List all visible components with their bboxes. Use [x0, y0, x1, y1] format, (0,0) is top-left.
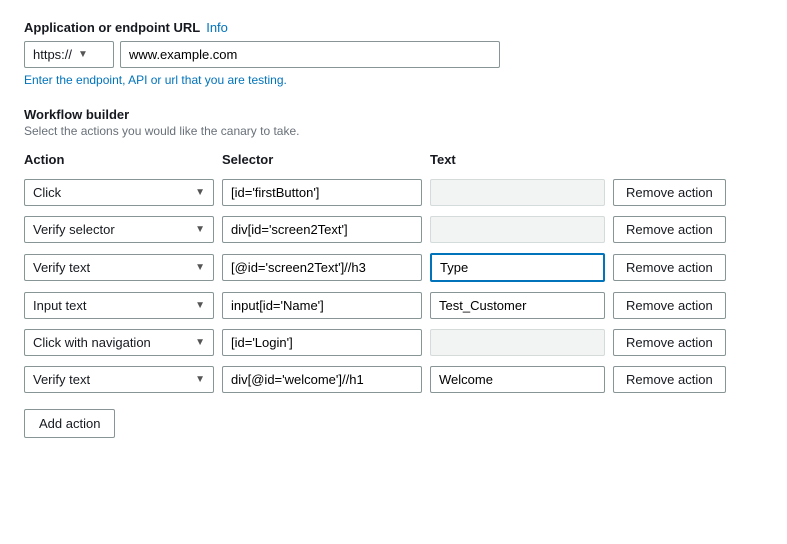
remove-col-0: Remove action — [613, 179, 763, 206]
remove-action-button-1[interactable]: Remove action — [613, 216, 726, 243]
text-input-2[interactable] — [430, 253, 605, 282]
action-select-2[interactable]: Verify text ▼ — [24, 254, 214, 281]
table-row: Verify text ▼ Remove action — [24, 366, 763, 393]
remove-col-4: Remove action — [613, 329, 763, 356]
protocol-value: https:// — [33, 47, 72, 62]
action-chevron-icon-2: ▼ — [195, 262, 205, 273]
url-section-title: Application or endpoint URL — [24, 20, 200, 35]
text-input-5[interactable] — [430, 366, 605, 393]
action-label-2: Verify text — [33, 260, 90, 275]
action-select-3[interactable]: Input text ▼ — [24, 292, 214, 319]
protocol-select[interactable]: https:// ▼ — [24, 41, 114, 68]
remove-col-1: Remove action — [613, 216, 763, 243]
action-select-0[interactable]: Click ▼ — [24, 179, 214, 206]
remove-col-5: Remove action — [613, 366, 763, 393]
url-row: https:// ▼ — [24, 41, 763, 68]
action-label-3: Input text — [33, 298, 86, 313]
col-header-text: Text — [430, 152, 605, 167]
text-input-1 — [430, 216, 605, 243]
table-row: Verify text ▼ Remove action — [24, 253, 763, 282]
action-chevron-icon-3: ▼ — [195, 300, 205, 311]
table-row: Verify selector ▼ Remove action — [24, 216, 763, 243]
url-hint: Enter the endpoint, API or url that you … — [24, 73, 763, 87]
workflow-subtitle: Select the actions you would like the ca… — [24, 124, 763, 138]
info-link[interactable]: Info — [206, 20, 228, 35]
action-label-1: Verify selector — [33, 222, 115, 237]
remove-action-button-0[interactable]: Remove action — [613, 179, 726, 206]
remove-col-2: Remove action — [613, 254, 763, 281]
table-header: Action Selector Text — [24, 152, 763, 171]
workflow-title: Workflow builder — [24, 107, 763, 122]
action-label-0: Click — [33, 185, 61, 200]
selector-input-3[interactable] — [222, 292, 422, 319]
col-header-selector: Selector — [222, 152, 422, 167]
action-chevron-icon-0: ▼ — [195, 187, 205, 198]
protocol-chevron-icon: ▼ — [78, 49, 88, 60]
url-section: Application or endpoint URL Info https:/… — [24, 20, 763, 87]
remove-action-button-2[interactable]: Remove action — [613, 254, 726, 281]
table-row: Input text ▼ Remove action — [24, 292, 763, 319]
action-label-4: Click with navigation — [33, 335, 151, 350]
add-action-button[interactable]: Add action — [24, 409, 115, 438]
action-chevron-icon-1: ▼ — [195, 224, 205, 235]
remove-col-3: Remove action — [613, 292, 763, 319]
workflow-section: Workflow builder Select the actions you … — [24, 107, 763, 438]
remove-action-button-3[interactable]: Remove action — [613, 292, 726, 319]
action-rows-container: Click ▼ Remove action Verify selector ▼ Remov… — [24, 179, 763, 393]
col-header-action: Action — [24, 152, 214, 167]
action-select-1[interactable]: Verify selector ▼ — [24, 216, 214, 243]
action-chevron-icon-5: ▼ — [195, 374, 205, 385]
table-row: Click ▼ Remove action — [24, 179, 763, 206]
url-label: Application or endpoint URL Info — [24, 20, 763, 35]
url-input[interactable] — [120, 41, 500, 68]
selector-input-5[interactable] — [222, 366, 422, 393]
selector-input-2[interactable] — [222, 254, 422, 281]
selector-input-1[interactable] — [222, 216, 422, 243]
selector-input-4[interactable] — [222, 329, 422, 356]
action-select-5[interactable]: Verify text ▼ — [24, 366, 214, 393]
action-chevron-icon-4: ▼ — [195, 337, 205, 348]
text-input-3[interactable] — [430, 292, 605, 319]
action-select-4[interactable]: Click with navigation ▼ — [24, 329, 214, 356]
selector-input-0[interactable] — [222, 179, 422, 206]
text-input-4 — [430, 329, 605, 356]
table-row: Click with navigation ▼ Remove action — [24, 329, 763, 356]
remove-action-button-5[interactable]: Remove action — [613, 366, 726, 393]
action-label-5: Verify text — [33, 372, 90, 387]
remove-action-button-4[interactable]: Remove action — [613, 329, 726, 356]
text-input-0 — [430, 179, 605, 206]
